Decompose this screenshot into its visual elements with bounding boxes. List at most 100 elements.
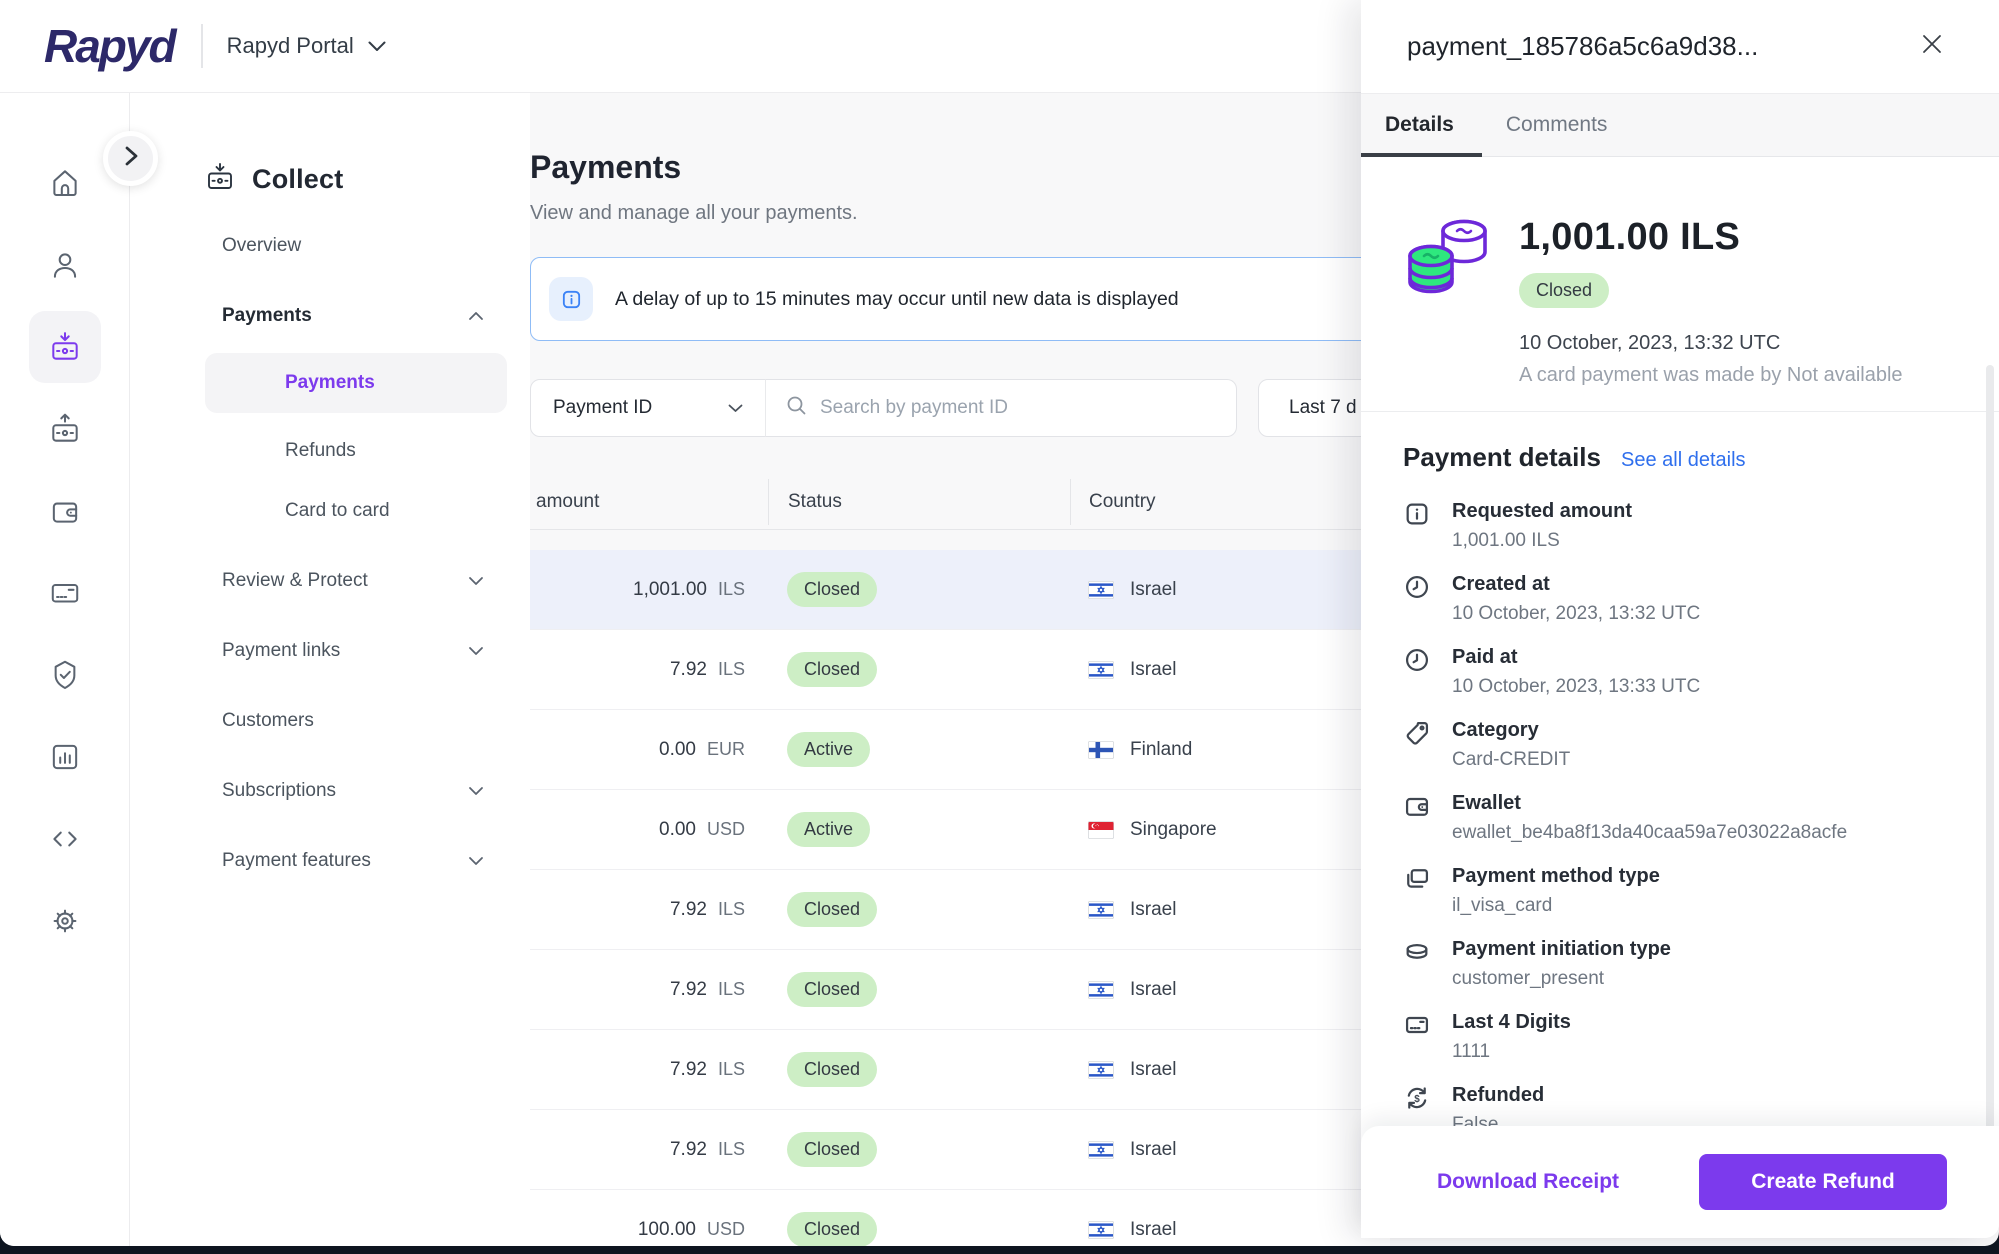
svg-text:$: $ — [1414, 1094, 1420, 1105]
table-row[interactable]: 1,001.00ILSClosedIsrael — [530, 550, 1390, 630]
collect-icon — [204, 161, 236, 198]
israel-flag-icon — [1088, 661, 1114, 679]
portal-switcher[interactable]: Rapyd Portal — [227, 33, 386, 59]
sidebar-item-subscriptions[interactable]: Subscriptions — [130, 769, 530, 813]
collect-menu: Overview Payments Payments Refunds Card to c… — [130, 224, 530, 883]
chevron-up-icon — [468, 311, 484, 321]
create-refund-button[interactable]: Create Refund — [1699, 1154, 1947, 1210]
country-cell: Israel — [1070, 1059, 1390, 1081]
currency-code: ILS — [718, 659, 745, 680]
detail-item: Ewalletewallet_be4ba8f13da40caa59a7e0302… — [1403, 791, 1957, 844]
table-row[interactable]: 7.92ILSClosedIsrael — [530, 630, 1390, 710]
table-row[interactable]: 7.92ILSClosedIsrael — [530, 1110, 1390, 1190]
sidebar-item-card-to-card[interactable]: Card to card — [130, 489, 530, 533]
status-cell: Closed — [768, 1132, 1070, 1167]
detail-value: il_visa_card — [1452, 895, 1660, 917]
amount-cell: 7.92ILS — [530, 979, 768, 1001]
card-digits-icon — [1403, 1011, 1431, 1039]
refund-icon: $ — [1403, 1084, 1431, 1112]
sidebar-item-customers[interactable]: Customers — [130, 699, 530, 743]
israel-flag-icon — [1088, 581, 1114, 599]
search-input[interactable] — [820, 397, 1216, 419]
code-icon — [48, 822, 82, 856]
payout-icon — [48, 412, 82, 446]
table-row[interactable]: 7.92ILSClosedIsrael — [530, 870, 1390, 950]
sidebar-item-collect[interactable] — [29, 311, 101, 383]
sidebar-item-label: Refunds — [285, 440, 356, 462]
tab-details[interactable]: Details — [1361, 94, 1482, 156]
amount-cell: 7.92ILS — [530, 899, 768, 921]
user-icon — [48, 248, 82, 282]
download-receipt-button[interactable]: Download Receipt — [1437, 1170, 1619, 1194]
payments-table: amount Status Country 1,001.00ILSClosedI… — [530, 479, 1390, 1246]
israel-flag-icon — [1088, 1221, 1114, 1239]
sidebar-item-gear[interactable] — [29, 885, 101, 957]
status-badge: Active — [787, 812, 870, 847]
amount-value: 0.00 — [659, 819, 696, 841]
payment-details-section: Payment details See all details Requeste… — [1361, 412, 1999, 1126]
table-row[interactable]: 7.92ILSClosedIsrael — [530, 1030, 1390, 1110]
currency-code: ILS — [718, 579, 745, 600]
search-field-selector[interactable]: Payment ID — [530, 379, 766, 437]
sidebar-item-payment-links[interactable]: Payment links — [130, 629, 530, 673]
table-row[interactable]: 7.92ILSClosedIsrael — [530, 950, 1390, 1030]
column-header-status[interactable]: Status — [768, 479, 1070, 525]
column-header-country[interactable]: Country — [1070, 479, 1390, 525]
currency-code: ILS — [718, 1139, 745, 1160]
main-content: Payments View and manage all your paymen… — [530, 93, 1390, 1246]
column-header-amount[interactable]: amount — [530, 479, 768, 525]
sidebar-item-code[interactable] — [29, 803, 101, 875]
sidebar-item-payout[interactable] — [29, 393, 101, 465]
detail-label: Category — [1452, 718, 1570, 743]
currency-code: ILS — [718, 899, 745, 920]
see-all-details-link[interactable]: See all details — [1621, 449, 1746, 472]
detail-label: Ewallet — [1452, 791, 1847, 816]
sidebar-item-shield-check[interactable] — [29, 639, 101, 711]
status-badge: Closed — [787, 1132, 877, 1167]
sidebar-item-card[interactable] — [29, 557, 101, 629]
collect-title: Collect — [252, 164, 343, 195]
sidebar-item-label: Customers — [222, 710, 314, 732]
amount-cell: 7.92ILS — [530, 659, 768, 681]
chevron-down-icon — [468, 646, 484, 656]
delay-info-banner: A delay of up to 15 minutes may occur un… — [530, 257, 1390, 341]
detail-item: Last 4 Digits1111 — [1403, 1010, 1957, 1063]
sidebar-item-payments[interactable]: Payments — [205, 353, 507, 413]
banner-text: A delay of up to 15 minutes may occur un… — [615, 288, 1179, 311]
table-body: 1,001.00ILSClosedIsrael7.92ILSClosedIsra… — [530, 550, 1390, 1246]
shield-check-icon — [48, 658, 82, 692]
table-row[interactable]: 100.00USDClosedIsrael — [530, 1190, 1390, 1246]
amount-cell: 100.00USD — [530, 1219, 768, 1241]
chevron-down-icon — [468, 576, 484, 586]
israel-flag-icon — [1088, 981, 1114, 999]
sidebar-item-refunds[interactable]: Refunds — [130, 429, 530, 473]
israel-flag-icon — [1088, 901, 1114, 919]
currency-code: ILS — [718, 1059, 745, 1080]
sidebar-item-review-protect[interactable]: Review & Protect — [130, 559, 530, 603]
sidebar-item-user[interactable] — [29, 229, 101, 301]
sidebar-expand-button[interactable] — [103, 131, 158, 186]
table-row[interactable]: 0.00USDActiveSingapore — [530, 790, 1390, 870]
table-row[interactable]: 0.00EURActiveFinland — [530, 710, 1390, 790]
amount-value: 0.00 — [659, 739, 696, 761]
amount-value: 7.92 — [670, 979, 707, 1001]
tab-comments[interactable]: Comments — [1482, 94, 1636, 156]
sidebar-item-wallet[interactable] — [29, 475, 101, 547]
status-badge: Closed — [787, 572, 877, 607]
collect-sidebar: Collect Overview Payments Payments Refunds C… — [130, 93, 530, 1246]
sidebar-item-payments[interactable]: Payments — [130, 294, 530, 338]
sidebar-item-overview[interactable]: Overview — [130, 224, 530, 268]
page-subtitle: View and manage all your payments. — [530, 202, 1390, 225]
chevron-down-icon — [728, 404, 743, 413]
panel-scrollbar[interactable] — [1986, 365, 1994, 1140]
detail-label: Created at — [1452, 572, 1700, 597]
panel-body: 1,001.00 ILS Closed 10 October, 2023, 13… — [1361, 158, 1999, 1126]
country-name: Israel — [1130, 1219, 1176, 1241]
sidebar-item-payment-features[interactable]: Payment features — [130, 839, 530, 883]
close-button[interactable] — [1921, 33, 1943, 60]
sidebar-item-home[interactable] — [29, 147, 101, 219]
sidebar-item-bar-chart[interactable] — [29, 721, 101, 793]
detail-value: 1111 — [1452, 1041, 1571, 1063]
icon-rail — [0, 93, 130, 1246]
panel-tabs: Details Comments — [1361, 93, 1999, 157]
